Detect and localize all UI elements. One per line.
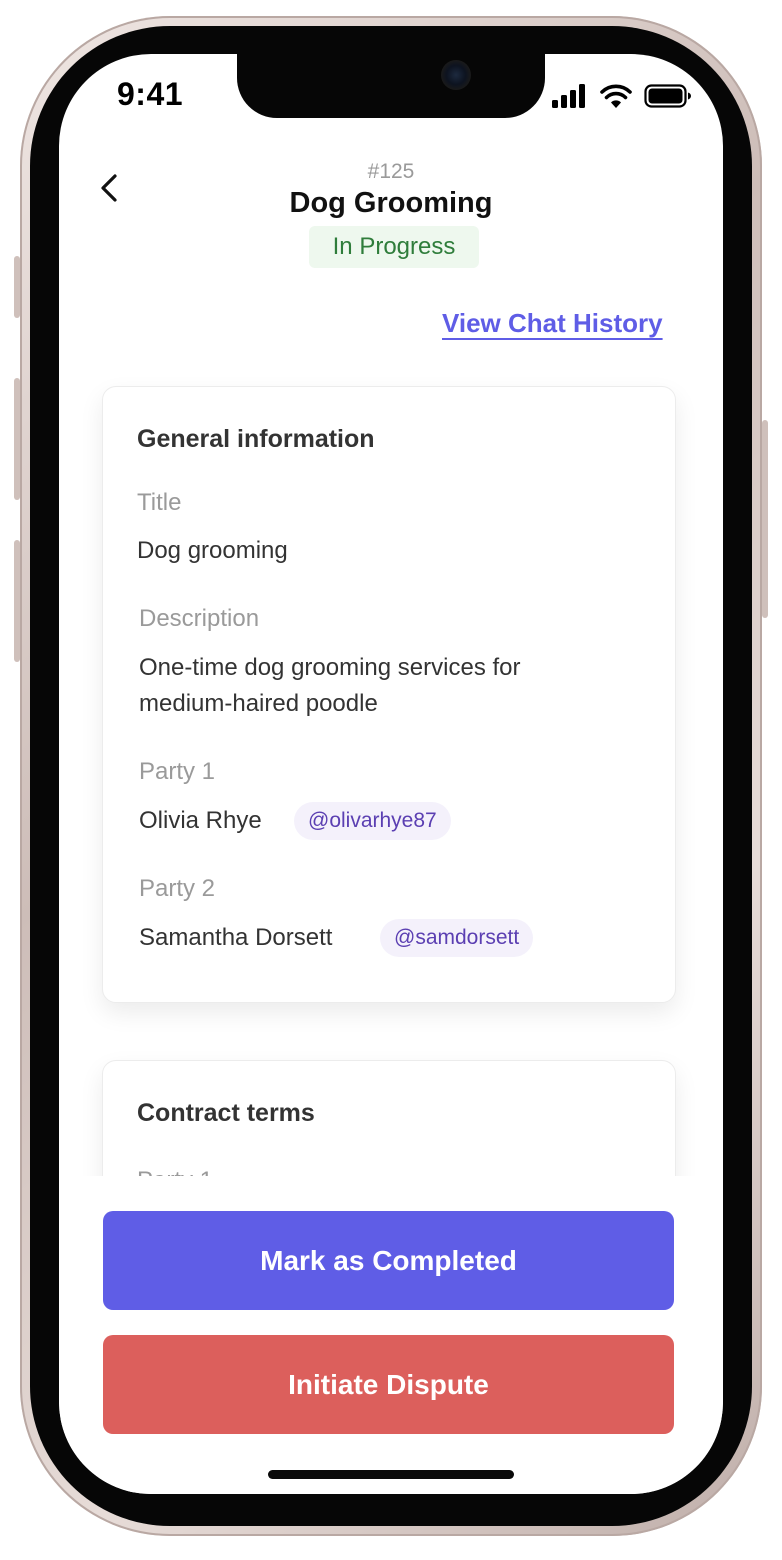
volume-up-button [14, 378, 20, 500]
party1-name: Olivia Rhye [139, 807, 262, 834]
volume-down-button [14, 540, 20, 662]
order-number: #125 [367, 160, 415, 183]
party2-label: Party 2 [139, 875, 216, 902]
front-camera-icon [441, 60, 471, 90]
home-indicator [268, 1470, 514, 1479]
initiate-dispute-button[interactable]: Initiate Dispute [103, 1335, 674, 1434]
page-title: Dog Grooming [289, 187, 493, 219]
party2-name: Samantha Dorsett [139, 924, 333, 951]
description-value: One-time dog grooming services for mediu… [139, 654, 521, 717]
status-badge: In Progress [309, 226, 479, 268]
wifi-icon [600, 84, 632, 108]
title-label: Title [137, 489, 182, 516]
notch [237, 54, 545, 118]
status-icons [552, 82, 692, 110]
party1-handle: @olivarhye87 [294, 802, 451, 840]
battery-icon [644, 84, 691, 108]
mark-as-completed-button[interactable]: Mark as Completed [103, 1211, 674, 1310]
power-button [762, 420, 768, 618]
card-heading: General information [137, 425, 375, 453]
card-heading: Contract terms [137, 1099, 315, 1127]
phone-screen: 9:41 #125 Dog Grooming In Progress View … [59, 54, 723, 1494]
title-value: Dog grooming [137, 537, 288, 564]
party1-label: Party 1 [139, 758, 216, 785]
status-time: 9:41 [117, 76, 184, 112]
silent-switch [14, 256, 20, 318]
party2-handle: @samdorsett [380, 919, 534, 957]
description-label: Description [139, 605, 260, 632]
general-information-card: General information Title Dog grooming D… [102, 386, 676, 1003]
signal-icon [552, 84, 585, 108]
view-chat-history-link[interactable]: View Chat History [442, 308, 674, 339]
